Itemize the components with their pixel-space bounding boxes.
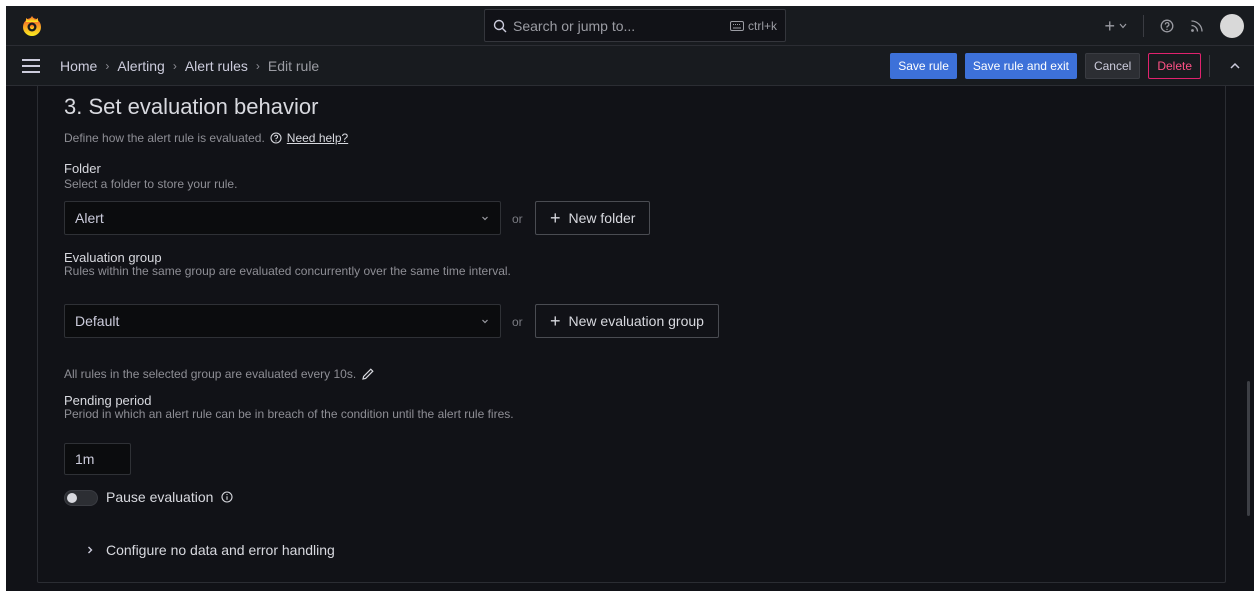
app-window: Search or jump to... ctrl+k + Home › Ale… (6, 6, 1254, 591)
pending-period-label: Pending period (64, 393, 152, 408)
top-bar: Search or jump to... ctrl+k + (6, 6, 1254, 46)
evaluation-group-description: Rules within the same group are evaluate… (64, 264, 511, 278)
section-description: Define how the alert rule is evaluated. … (64, 131, 348, 145)
grafana-logo-icon[interactable] (20, 14, 44, 38)
breadcrumb-alerting[interactable]: Alerting (117, 58, 164, 74)
breadcrumb-separator: › (172, 58, 177, 73)
plus-icon: + (550, 208, 561, 228)
save-rule-button[interactable]: Save rule (890, 53, 957, 79)
breadcrumb: Home › Alerting › Alert rules › Edit rul… (60, 58, 319, 74)
evaluation-group-label: Evaluation group (64, 250, 162, 265)
top-right-actions: + (1104, 6, 1244, 46)
toggle-knob (67, 493, 77, 503)
pause-evaluation-toggle[interactable] (64, 490, 98, 506)
section-title: 3. Set evaluation behavior (64, 94, 319, 119)
pause-evaluation-row: Pause evaluation (106, 489, 233, 505)
breadcrumb-home[interactable]: Home (60, 58, 97, 74)
breadcrumb-separator: › (105, 58, 110, 73)
folder-description: Select a folder to store your rule. (64, 177, 238, 191)
new-evaluation-group-button[interactable]: + New evaluation group (535, 304, 719, 338)
help-circle-icon (270, 132, 282, 144)
folder-select[interactable]: Alert (64, 201, 501, 235)
chevron-right-icon (88, 546, 93, 554)
save-rule-and-exit-button[interactable]: Save rule and exit (964, 53, 1077, 79)
breadcrumb-separator: › (255, 58, 260, 73)
pending-period-description: Period in which an alert rule can be in … (64, 407, 514, 421)
evaluation-interval-text: All rules in the selected group are eval… (64, 367, 375, 381)
menu-icon[interactable] (22, 58, 40, 73)
pencil-icon[interactable] (361, 367, 375, 381)
rule-actions: Save rule Save rule and exit Cancel Dele… (890, 53, 1246, 79)
search-shortcut: ctrl+k (729, 18, 777, 33)
pause-evaluation-label: Pause evaluation (106, 489, 214, 505)
new-folder-label: New folder (568, 210, 636, 226)
scrollbar-thumb[interactable] (1247, 381, 1250, 516)
search-placeholder: Search or jump to... (513, 17, 636, 34)
or-text: or (512, 315, 523, 329)
chevron-up-icon[interactable] (1224, 61, 1246, 71)
breadcrumb-alert-rules[interactable]: Alert rules (185, 58, 248, 74)
plus-icon: + (550, 311, 561, 331)
search-icon (493, 19, 507, 32)
keyboard-icon (729, 20, 744, 31)
divider (1143, 15, 1144, 37)
plus-icon: + (1104, 15, 1115, 36)
chevron-down-icon (1119, 23, 1127, 29)
evaluation-group-select-value: Default (75, 313, 120, 329)
section-description-text: Define how the alert rule is evaluated. (64, 131, 265, 145)
new-evaluation-group-label: New evaluation group (568, 313, 704, 329)
folder-label: Folder (64, 161, 101, 176)
cancel-button[interactable]: Cancel (1084, 53, 1141, 79)
search-shortcut-text: ctrl+k (747, 18, 777, 33)
help-icon[interactable] (1160, 19, 1174, 33)
configure-no-data-label: Configure no data and error handling (106, 542, 335, 558)
evaluation-interval-label: All rules in the selected group are eval… (64, 367, 357, 381)
new-folder-button[interactable]: + New folder (535, 201, 651, 235)
configure-no-data-toggle[interactable]: Configure no data and error handling (86, 542, 335, 558)
add-new-button[interactable]: + (1104, 16, 1127, 37)
evaluation-group-select[interactable]: Default (64, 304, 501, 338)
rss-news-icon[interactable] (1190, 19, 1204, 33)
folder-select-value: Alert (75, 210, 104, 226)
chevron-down-icon (482, 319, 488, 324)
pending-period-input[interactable]: 1m (64, 443, 131, 475)
delete-button[interactable]: Delete (1148, 53, 1201, 79)
divider (1209, 55, 1210, 77)
search-input[interactable]: Search or jump to... ctrl+k (484, 9, 786, 42)
nav-bar: Home › Alerting › Alert rules › Edit rul… (6, 46, 1254, 86)
breadcrumb-current: Edit rule (267, 57, 320, 74)
info-circle-icon[interactable] (221, 491, 233, 503)
or-text: or (512, 212, 523, 226)
need-help-link[interactable]: Need help? (287, 131, 348, 145)
chevron-down-icon (482, 216, 488, 221)
user-avatar[interactable] (1220, 14, 1244, 38)
